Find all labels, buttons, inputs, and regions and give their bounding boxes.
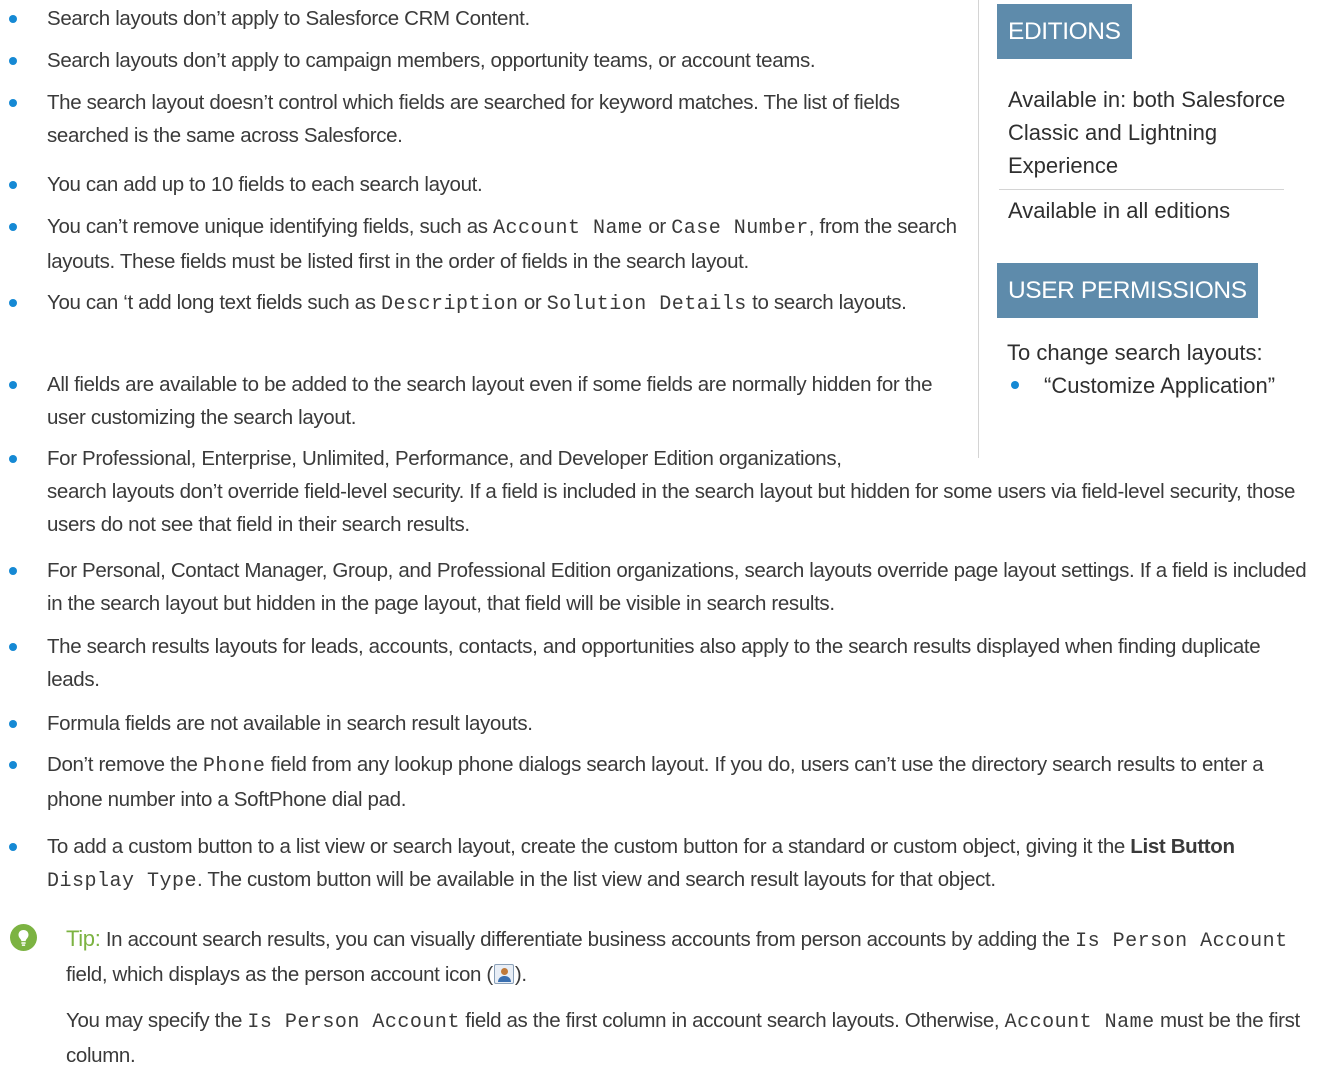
editions-header: EDITIONS — [997, 4, 1132, 59]
text-run: or — [643, 215, 672, 238]
info-sidebar: EDITIONS Available in: both Salesforce C… — [978, 0, 1318, 458]
all-editions-text: Available in all editions — [1008, 198, 1231, 223]
bullet-icon — [9, 223, 17, 231]
sidebar-divider — [999, 189, 1284, 190]
permission-item: “Customize Application” — [1044, 373, 1276, 398]
user-permissions-header: USER PERMISSIONS — [997, 263, 1258, 318]
text-run: For Professional, Enterprise, Unlimited,… — [47, 447, 842, 470]
bullet-icon — [9, 720, 17, 728]
list-item-text: All fields are available to be added to … — [47, 368, 957, 434]
list-item-text: Search layouts don’t apply to Salesforce… — [47, 2, 957, 35]
text-run: Don’t remove the — [47, 753, 203, 776]
tip-label: Tip: — [66, 926, 101, 951]
list-item-text: Search layouts don’t apply to campaign m… — [47, 44, 957, 77]
bullet-icon — [9, 299, 17, 307]
person-account-icon — [493, 964, 514, 984]
list-item-text: The search layout doesn’t control which … — [47, 86, 957, 152]
list-item-text: The search results layouts for leads, ac… — [47, 630, 1312, 696]
text-run: field as the first column in account sea… — [459, 1009, 1005, 1032]
bullet-icon — [9, 15, 17, 23]
text-run: The search layout doesn’t control which … — [47, 91, 900, 147]
text-run: The search results layouts for leads, ac… — [47, 635, 1261, 691]
list-item-text: For Personal, Contact Manager, Group, an… — [47, 554, 1312, 620]
tip-paragraph-2: You may specify the Is Person Account fi… — [66, 1004, 1306, 1072]
text-run: To add a custom button to a list view or… — [47, 835, 1131, 858]
list-item-text: You can’t remove unique identifying fiel… — [47, 210, 957, 278]
field-name: Account Name — [493, 217, 644, 240]
field-name: Description — [380, 293, 519, 316]
field-name: Is Person Account — [247, 1011, 460, 1034]
bullet-icon — [9, 643, 17, 651]
text-run: ). — [514, 963, 527, 986]
list-item-text: To add a custom button to a list view or… — [47, 830, 1312, 898]
text-run: You may specify the — [66, 1009, 248, 1032]
bullet-icon — [9, 761, 17, 769]
bullet-icon — [9, 455, 17, 463]
list-item-text: You can add up to 10 fields to each sear… — [47, 168, 957, 201]
bullet-icon — [9, 181, 17, 189]
available-in-text: Available in: both Salesforce Classic an… — [1008, 87, 1286, 178]
field-name: Solution Details — [546, 293, 747, 316]
field-name: Is Person Account — [1075, 930, 1288, 953]
bullet-icon — [9, 57, 17, 65]
list-item-text: Don’t remove the Phone field from any lo… — [47, 748, 1312, 816]
list-item-text: Formula fields are not available in sear… — [47, 707, 1312, 740]
field-name: Account Name — [1004, 1011, 1155, 1034]
text-run: search layouts don’t override field-leve… — [47, 480, 1296, 536]
text-run: field, which displays as the person acco… — [66, 963, 493, 986]
text-run: Search layouts don’t apply to campaign m… — [47, 49, 816, 72]
bullet-icon — [9, 843, 17, 851]
text-run: to search layouts. — [746, 291, 907, 314]
text-run: You can add up to 10 fields to each sear… — [47, 173, 483, 196]
field-name: Display Type — [47, 870, 198, 893]
bold-text: List Button — [1130, 835, 1235, 858]
bullet-icon — [9, 567, 17, 575]
text-run: For Personal, Contact Manager, Group, an… — [47, 559, 1307, 615]
text-run: You can’t remove unique identifying fiel… — [47, 215, 493, 238]
text-run: Formula fields are not available in sear… — [47, 712, 533, 735]
bullet-icon — [9, 99, 17, 107]
text-run: Search layouts don’t apply to Salesforce… — [47, 7, 530, 30]
list-item-text: You can ‘t add long text fields such as … — [47, 286, 957, 321]
text-run: You can ‘t add long text fields such as — [47, 291, 381, 314]
text-run: All fields are available to be added to … — [47, 373, 933, 429]
text-run: In account search results, you can visua… — [105, 928, 1076, 951]
text-run: . The custom button will be available in… — [197, 868, 996, 891]
field-name: Phone — [202, 755, 266, 778]
text-run: or — [518, 291, 547, 314]
field-name: Case Number — [671, 217, 809, 240]
permission-bullet — [1011, 381, 1019, 389]
tip-paragraph-1: Tip: In account search results, you can … — [66, 922, 1306, 991]
lightbulb-icon — [10, 924, 37, 951]
bullet-icon — [9, 381, 17, 389]
permissions-label: To change search layouts: — [1007, 340, 1263, 365]
